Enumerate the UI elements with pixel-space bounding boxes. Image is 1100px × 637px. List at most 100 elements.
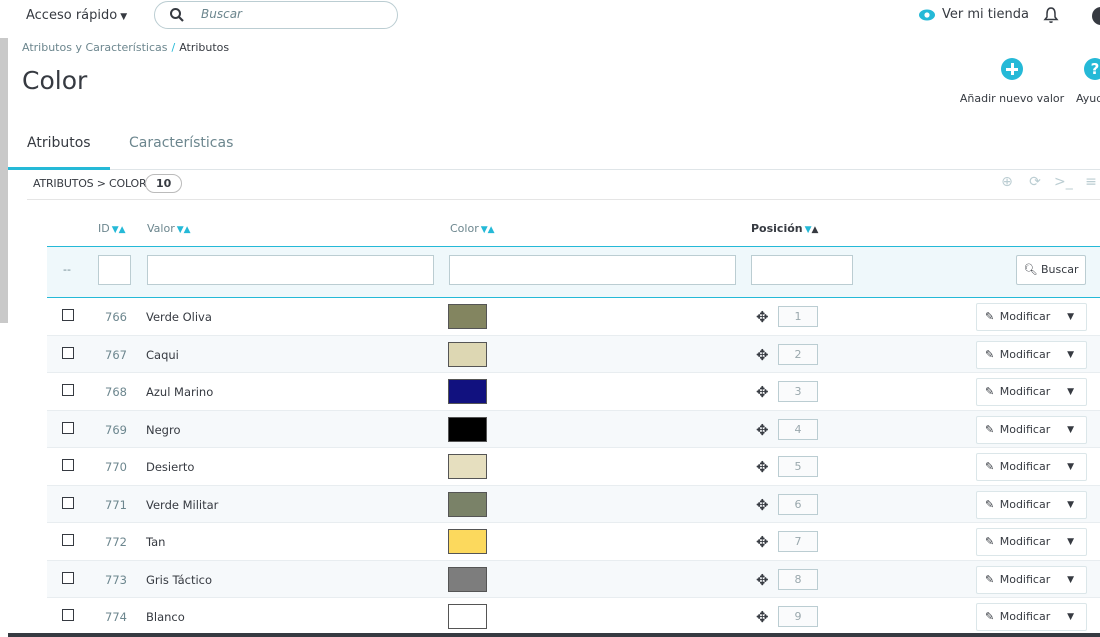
view-store-link[interactable]: Ver mi tienda	[918, 7, 1029, 22]
drag-handle-icon[interactable]: ✥	[756, 458, 769, 476]
bell-icon[interactable]	[1043, 6, 1059, 24]
attribute-values-table: ID ▼▲ Valor ▼▲ Color ▼▲ Posición ▼▲ -- 🔍︎ Bu…	[47, 216, 1100, 636]
caret-down-icon[interactable]: ▼	[1067, 454, 1074, 480]
col-position[interactable]: Posición ▼▲	[751, 222, 818, 235]
tab-features[interactable]: Características	[110, 117, 252, 170]
caret-down-icon[interactable]: ▼	[1067, 492, 1074, 518]
modify-label: Modificar	[999, 460, 1051, 473]
plus-circle-icon	[1001, 58, 1023, 80]
panel-title: Atributos > Color	[33, 177, 147, 190]
filter-search-button[interactable]: 🔍︎ Buscar	[1016, 255, 1086, 285]
caret-down-icon[interactable]: ▼	[1067, 304, 1074, 330]
color-swatch	[448, 341, 487, 367]
color-swatch	[448, 529, 487, 554]
caret-down-icon[interactable]: ▼	[1067, 567, 1074, 593]
id-filter-input[interactable]	[98, 255, 131, 285]
caret-down-icon: ▼	[120, 12, 128, 22]
avatar[interactable]	[1092, 7, 1100, 25]
table-row[interactable]: 766 Verde Oliva ✥ 1 ✎ Modificar ▼	[47, 298, 1100, 336]
modify-button[interactable]: ✎ Modificar ▼	[976, 490, 1087, 519]
drag-handle-icon[interactable]: ✥	[756, 533, 769, 551]
modify-button[interactable]: ✎ Modificar ▼	[976, 303, 1087, 331]
row-checkbox[interactable]	[62, 609, 74, 621]
modify-button[interactable]: ✎ Modificar ▼	[976, 528, 1087, 556]
pencil-icon: ✎	[985, 347, 995, 361]
row-id: 772	[105, 535, 127, 549]
sidebar-scrollbar[interactable]	[0, 38, 8, 323]
row-checkbox[interactable]	[62, 459, 74, 471]
modify-button[interactable]: ✎ Modificar ▼	[976, 453, 1087, 481]
color-filter-input[interactable]	[449, 255, 736, 285]
add-new-value-button[interactable]: Añadir nuevo valor	[958, 58, 1066, 105]
row-checkbox[interactable]	[62, 571, 74, 584]
panel-heading: Atributos > Color 10 ⊕ ⟳ >_ ≡	[27, 170, 1100, 200]
pencil-icon: ✎	[985, 310, 995, 323]
drag-handle-icon[interactable]: ✥	[756, 571, 769, 589]
database-icon[interactable]: ≡	[1082, 174, 1100, 190]
col-id-label: ID	[98, 222, 110, 235]
search-icon	[170, 8, 184, 22]
col-color[interactable]: Color ▼▲	[450, 222, 495, 235]
drag-handle-icon[interactable]: ✥	[756, 496, 769, 514]
breadcrumb-parent[interactable]: Atributos y Características	[22, 41, 167, 54]
table-row[interactable]: 770 Desierto ✥ 5 ✎ Modificar ▼	[47, 448, 1100, 486]
row-value: Negro	[146, 422, 181, 437]
row-checkbox[interactable]	[62, 384, 74, 396]
table-row[interactable]: 768 Azul Marino ✥ 3 ✎ Modificar ▼	[47, 373, 1100, 411]
row-checkbox[interactable]	[62, 421, 74, 434]
table-row[interactable]: 767 Caqui ✥ 2 ✎ Modificar ▼	[47, 335, 1100, 373]
modify-button[interactable]: ✎ Modificar ▼	[976, 378, 1087, 406]
modify-button[interactable]: ✎ Modificar ▼	[976, 415, 1087, 444]
table-row[interactable]: 771 Verde Militar ✥ 6 ✎ Modificar ▼	[47, 485, 1100, 523]
drag-handle-icon[interactable]: ✥	[756, 421, 769, 439]
drag-handle-icon[interactable]: ✥	[756, 383, 769, 401]
caret-down-icon[interactable]: ▼	[1067, 379, 1074, 405]
caret-down-icon[interactable]: ▼	[1067, 342, 1074, 368]
col-value[interactable]: Valor ▼▲	[147, 222, 191, 235]
quick-access-menu[interactable]: Acceso rápido ▼	[26, 8, 127, 23]
drag-handle-icon[interactable]: ✥	[756, 608, 769, 626]
sort-icon[interactable]: ▼▲	[177, 225, 191, 235]
caret-down-icon[interactable]: ▼	[1067, 417, 1074, 443]
filter-row: -- 🔍︎ Buscar	[47, 246, 1100, 298]
search-input[interactable]	[201, 7, 381, 21]
breadcrumb-separator: /	[171, 41, 176, 54]
table-row[interactable]: 772 Tan ✥ 7 ✎ Modificar ▼	[47, 523, 1100, 561]
color-swatch	[448, 454, 487, 479]
row-checkbox[interactable]	[62, 534, 74, 546]
table-row[interactable]: 774 Blanco ✥ 9 ✎ Modificar ▼	[47, 598, 1100, 636]
drag-handle-icon[interactable]: ✥	[756, 308, 769, 326]
modify-label: Modificar	[999, 310, 1051, 323]
value-filter-input[interactable]	[147, 255, 434, 285]
position-filter-input[interactable]	[751, 255, 853, 285]
row-position: 5	[778, 456, 818, 477]
table-row[interactable]: 773 Gris Táctico ✥ 8 ✎ Modificar ▼	[47, 560, 1100, 598]
search-icon: 🔍︎	[1023, 263, 1038, 276]
help-button[interactable]: ? Ayuda	[1076, 58, 1100, 105]
add-icon[interactable]: ⊕	[998, 174, 1016, 190]
modify-button[interactable]: ✎ Modificar ▼	[976, 603, 1087, 631]
tab-attributes[interactable]: Atributos	[8, 117, 110, 170]
row-id: 767	[105, 347, 127, 362]
row-value: Tan	[146, 535, 166, 549]
sort-icon[interactable]: ▼▲	[481, 225, 495, 235]
row-checkbox[interactable]	[62, 346, 74, 359]
modify-button[interactable]: ✎ Modificar ▼	[976, 565, 1087, 594]
sort-icon[interactable]: ▼▲	[112, 225, 126, 235]
refresh-icon[interactable]: ⟳	[1026, 174, 1044, 190]
drag-handle-icon[interactable]: ✥	[756, 346, 769, 364]
row-position: 2	[778, 343, 818, 365]
sort-icon[interactable]: ▼▲	[805, 225, 819, 235]
caret-down-icon[interactable]: ▼	[1067, 529, 1074, 555]
row-position: 6	[778, 493, 818, 515]
row-value: Verde Militar	[146, 497, 219, 512]
color-swatch	[448, 604, 487, 629]
sql-query-icon[interactable]: >_	[1054, 174, 1073, 190]
row-checkbox[interactable]	[62, 309, 74, 321]
col-id[interactable]: ID ▼▲	[98, 222, 126, 235]
search-box[interactable]	[154, 1, 398, 29]
caret-down-icon[interactable]: ▼	[1067, 604, 1074, 630]
modify-button[interactable]: ✎ Modificar ▼	[976, 340, 1087, 369]
table-row[interactable]: 769 Negro ✥ 4 ✎ Modificar ▼	[47, 410, 1100, 448]
row-checkbox[interactable]	[62, 496, 74, 509]
